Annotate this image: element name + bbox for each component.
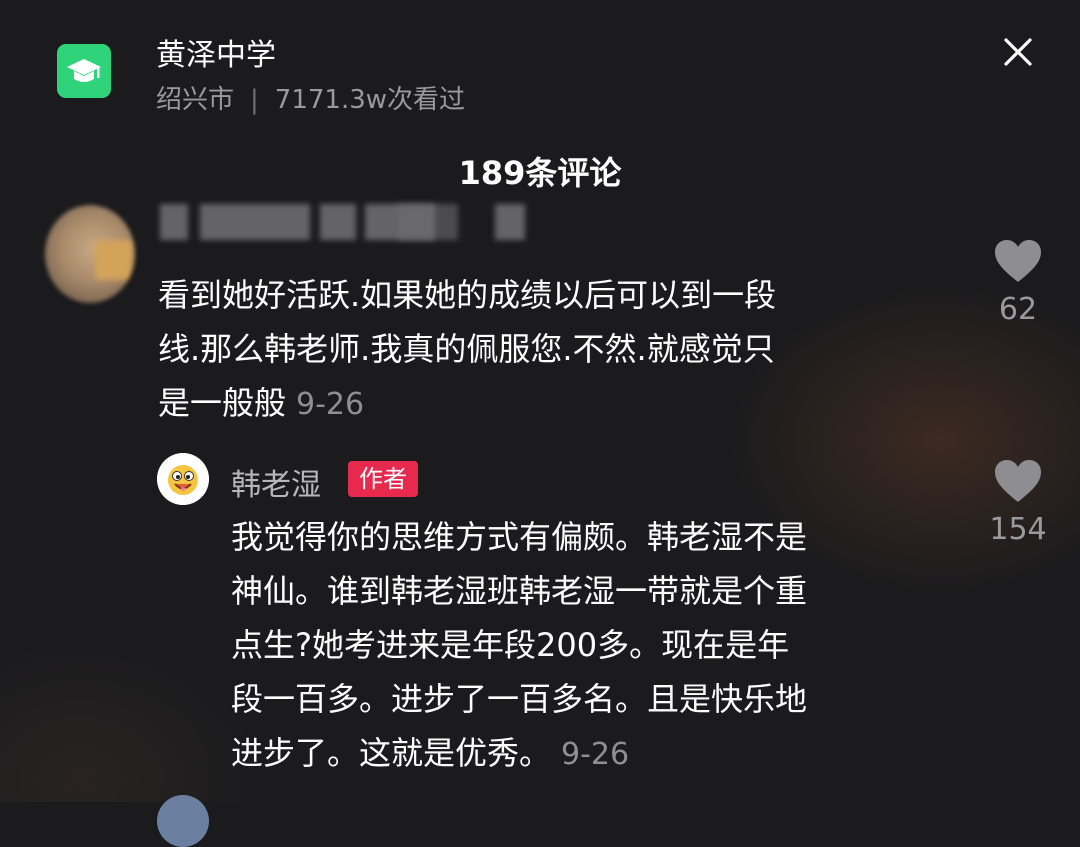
- reply-line: 段一百多。进步了一百多名。且是快乐地: [231, 680, 808, 718]
- author-name[interactable]: 韩老湿: [231, 460, 321, 504]
- reply-line: 我觉得你的思维方式有偏颇。韩老湿不是: [231, 518, 808, 556]
- author-avatar[interactable]: [157, 453, 209, 505]
- comment-body[interactable]: 看到她好活跃.如果她的成绩以后可以到一段 线.那么韩老师.我真的佩服您.不然.就…: [158, 268, 948, 432]
- reply-date: 9-26: [561, 737, 630, 772]
- video-header: 黄泽中学 绍兴市 | 7171.3w次看过: [0, 0, 1080, 130]
- reply-like-button[interactable]: 154: [978, 458, 1058, 547]
- location-text: 绍兴市: [156, 85, 235, 115]
- graduation-cap-icon: [67, 59, 101, 82]
- like-count: 62: [998, 292, 1038, 327]
- reply-like-count: 154: [989, 512, 1047, 547]
- comment-line-text: 是一般般: [158, 384, 287, 422]
- comments-count-title: 189条评论: [458, 154, 622, 192]
- location-views-info: 绍兴市 | 7171.3w次看过: [156, 79, 465, 116]
- next-comment-avatar[interactable]: [157, 795, 209, 847]
- commenter-name-blurred[interactable]: [160, 204, 540, 244]
- comment-line: 线.那么韩老师.我真的佩服您.不然.就感觉只: [158, 330, 775, 368]
- close-icon: [1004, 38, 1032, 66]
- comment-line: 是一般般 9-26: [158, 376, 948, 432]
- page-title[interactable]: 黄泽中学: [156, 30, 276, 74]
- reply-line: 点生?她考进来是年段200多。现在是年: [231, 626, 790, 664]
- emoji-avatar-icon: [157, 453, 209, 505]
- comment-date: 9-26: [296, 387, 365, 422]
- heart-icon: [995, 240, 1041, 282]
- heart-icon: [995, 460, 1041, 502]
- reply-line: 进步了。这就是优秀。 9-26: [231, 726, 951, 782]
- reply-line-text: 进步了。这就是优秀。: [231, 734, 552, 772]
- comment-line: 看到她好活跃.如果她的成绩以后可以到一段: [158, 276, 777, 314]
- author-badge: 作者: [348, 461, 418, 497]
- like-button[interactable]: 62: [978, 238, 1058, 327]
- reply-line: 神仙。谁到韩老湿班韩老湿一带就是个重: [231, 572, 808, 610]
- commenter-avatar[interactable]: [45, 205, 135, 303]
- reply-body[interactable]: 我觉得你的思维方式有偏颇。韩老湿不是 神仙。谁到韩老湿班韩老湿一带就是个重 点生…: [231, 510, 951, 782]
- views-count: 7171.3w次看过: [274, 85, 466, 115]
- school-app-icon[interactable]: [57, 44, 111, 98]
- close-button[interactable]: [996, 30, 1040, 74]
- separator: |: [250, 85, 259, 115]
